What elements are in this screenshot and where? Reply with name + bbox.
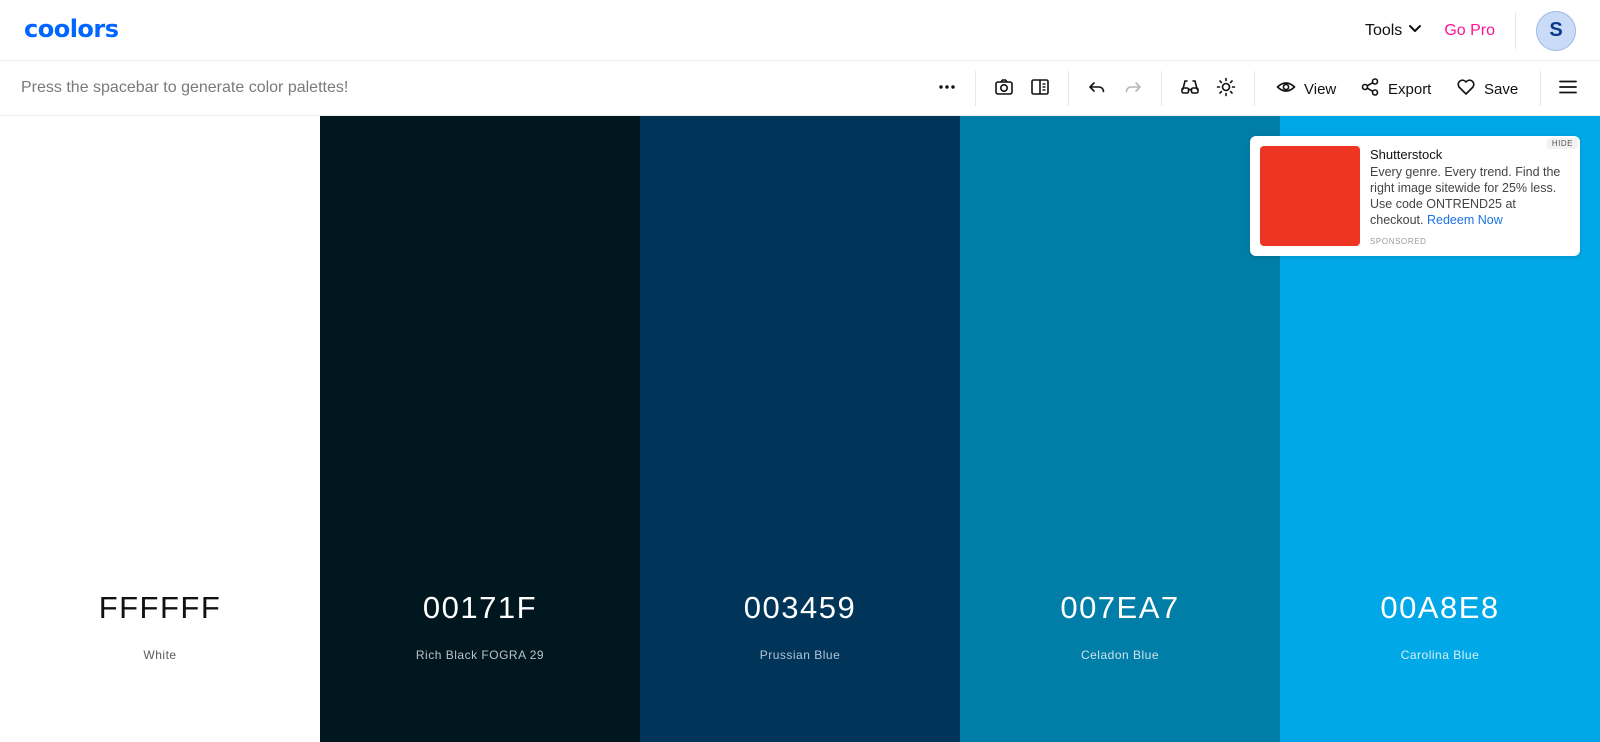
redo-button[interactable] — [1122, 78, 1144, 100]
ad-body: Every genre. Every trend. Find the right… — [1370, 164, 1570, 228]
top-right-nav: Tools Go Pro S — [1365, 0, 1576, 61]
view-button[interactable]: View — [1276, 78, 1336, 100]
color-name[interactable]: Prussian Blue — [640, 648, 960, 662]
toolbar-separator — [1540, 71, 1541, 106]
save-button[interactable]: Save — [1456, 78, 1518, 100]
tools-label: Tools — [1364, 21, 1403, 39]
export-label: Export — [1388, 80, 1432, 98]
color-hex-code[interactable]: 003459 — [640, 590, 960, 626]
more-options-button[interactable] — [936, 78, 958, 100]
heart-icon — [1456, 77, 1476, 101]
export-button[interactable]: Export — [1360, 78, 1431, 100]
palette-toolbar: Press the spacebar to generate color pal… — [0, 61, 1600, 116]
color-swatch-4[interactable]: 007EA7 Celadon Blue — [960, 116, 1280, 742]
save-label: Save — [1484, 80, 1519, 98]
color-blindness-button[interactable] — [1179, 78, 1201, 100]
toolbar-separator — [1068, 71, 1069, 106]
color-hex-code[interactable]: 00171F — [320, 590, 640, 626]
camera-icon — [994, 77, 1014, 102]
color-swatch-1[interactable]: FFFFFF White — [0, 116, 320, 742]
redo-icon — [1123, 77, 1143, 102]
header-divider — [1515, 12, 1516, 49]
side-panel-icon — [1030, 77, 1050, 102]
user-avatar[interactable]: S — [1536, 10, 1576, 51]
toolbar-separator — [1161, 71, 1162, 106]
ad-hide-button[interactable]: HIDE — [1546, 138, 1578, 149]
tools-menu-button[interactable]: Tools — [1365, 21, 1422, 40]
eye-icon — [1276, 77, 1296, 101]
spacebar-hint: Press the spacebar to generate color pal… — [21, 79, 349, 96]
sponsored-ad-card[interactable]: HIDE Shutterstock Every genre. Every tre… — [1250, 136, 1580, 256]
hamburger-menu-icon — [1558, 77, 1578, 102]
chevron-down-icon — [1408, 21, 1422, 40]
color-hex-code[interactable]: 00A8E8 — [1280, 590, 1600, 626]
color-name[interactable]: Carolina Blue — [1280, 648, 1600, 662]
top-bar: coolors Tools Go Pro S — [0, 0, 1600, 61]
ad-image[interactable] — [1260, 146, 1360, 246]
color-swatch-3[interactable]: 003459 Prussian Blue — [640, 116, 960, 742]
ad-title[interactable]: Shutterstock — [1370, 147, 1442, 162]
avatar-initial: S — [1549, 19, 1563, 41]
color-name[interactable]: White — [0, 648, 320, 662]
coolors-logo[interactable]: coolors — [24, 15, 119, 43]
color-hex-code[interactable]: FFFFFF — [0, 590, 320, 626]
undo-button[interactable] — [1086, 78, 1108, 100]
color-name[interactable]: Celadon Blue — [960, 648, 1280, 662]
toolbar-separator — [1254, 71, 1255, 106]
toolbar-separator — [975, 71, 976, 106]
color-hex-code[interactable]: 007EA7 — [960, 590, 1280, 626]
color-swatch-2[interactable]: 00171F Rich Black FOGRA 29 — [320, 116, 640, 742]
main-menu-button[interactable] — [1557, 78, 1579, 100]
glasses-icon — [1180, 77, 1200, 102]
view-label: View — [1304, 80, 1337, 98]
more-icon — [937, 77, 957, 102]
export-image-button[interactable] — [993, 78, 1015, 100]
adjust-palette-button[interactable] — [1215, 77, 1237, 102]
side-panel-button[interactable] — [1029, 78, 1051, 100]
sun-icon — [1216, 77, 1236, 102]
color-name[interactable]: Rich Black FOGRA 29 — [320, 648, 640, 662]
ad-sponsored-label: SPONSORED — [1370, 237, 1427, 246]
go-pro-link[interactable]: Go Pro — [1444, 22, 1495, 40]
undo-icon — [1087, 77, 1107, 102]
ad-redeem-link[interactable]: Redeem Now — [1427, 213, 1503, 227]
share-icon — [1360, 77, 1380, 101]
